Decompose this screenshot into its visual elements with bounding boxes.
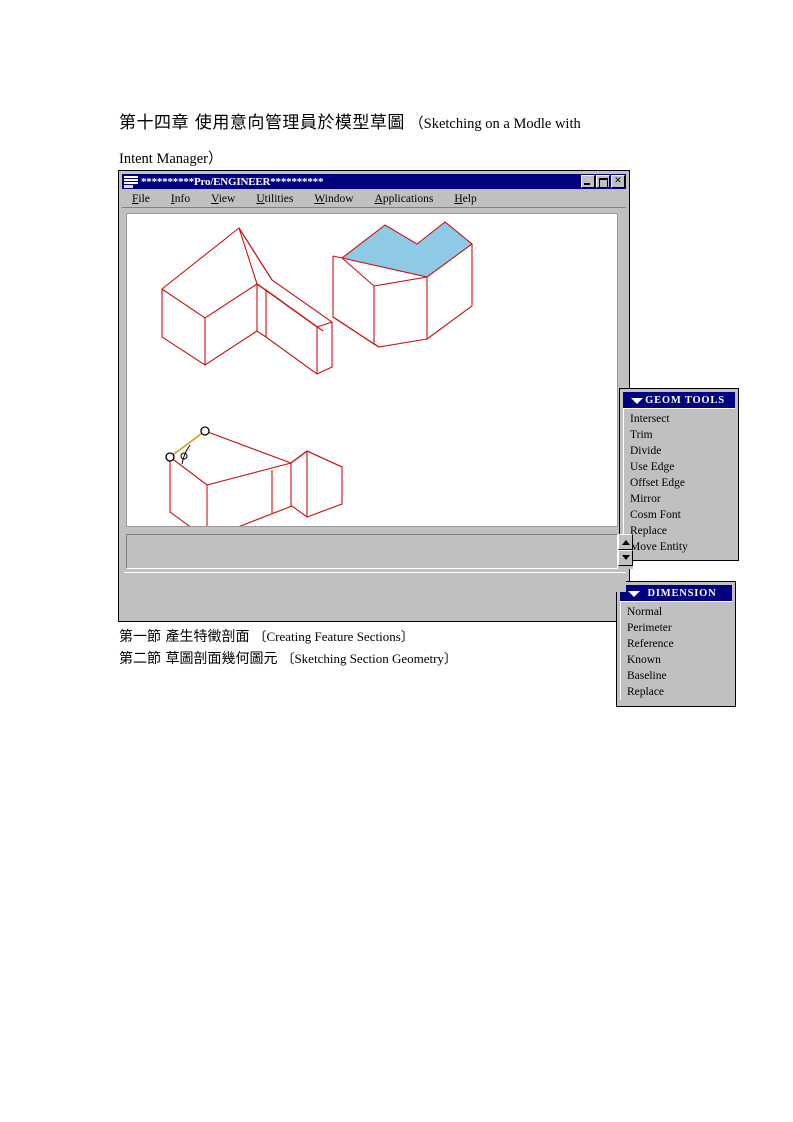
menu-option-replace[interactable]: Replace (627, 684, 732, 700)
menu-option-cosm-font[interactable]: Cosm Font (630, 507, 735, 523)
edge-endpoint-marker (200, 426, 210, 436)
close-button[interactable]: ✕ (611, 175, 625, 188)
heading-line-1: 第十四章 使用意向管理員於模型草圖 （Sketching on a Modle … (119, 106, 679, 141)
scroll-up-button[interactable] (618, 534, 633, 550)
triangle-down-icon[interactable] (631, 398, 643, 404)
message-scrollbar[interactable] (618, 534, 633, 569)
panel-body-geom-tools: Intersect Trim Divide Use Edge Offset Ed… (623, 408, 735, 555)
message-text (127, 535, 617, 539)
menu-option-baseline[interactable]: Baseline (627, 668, 732, 684)
window-title-text: **********Pro/ENGINEER********** (141, 175, 324, 188)
section-line-1: 第一節 產生特徵剖面 〔Creating Feature Sections〕 (119, 626, 679, 648)
menu-item-window[interactable]: Window (314, 193, 353, 205)
minimize-button[interactable] (581, 175, 595, 188)
maximize-button[interactable] (596, 175, 610, 188)
page-title: 第十四章 使用意向管理員於模型草圖 （Sketching on a Modle … (119, 106, 679, 176)
menu-option-replace[interactable]: Replace (630, 523, 735, 539)
window-title-bar: **********Pro/ENGINEER********** ✕ (122, 174, 626, 189)
menu-option-move-entity[interactable]: Move Entity (630, 539, 735, 555)
section-list: 第一節 產生特徵剖面 〔Creating Feature Sections〕 第… (119, 626, 679, 670)
window-controls: ✕ (581, 175, 626, 188)
menu-item-view[interactable]: View (211, 193, 235, 205)
model-wireframe-svg (161, 221, 473, 526)
section-1-chinese: 第一節 產生特徵剖面 (119, 629, 250, 645)
panel-header-dimension[interactable]: DIMENSION (620, 585, 732, 601)
menu-option-normal[interactable]: Normal (627, 604, 732, 620)
heading-english-title-part2: Intent Manager） (119, 151, 223, 167)
menu-option-trim[interactable]: Trim (630, 427, 735, 443)
menu-option-mirror[interactable]: Mirror (630, 491, 735, 507)
scroll-down-button[interactable] (618, 550, 633, 566)
menu-option-offset-edge[interactable]: Offset Edge (630, 475, 735, 491)
block-with-selected-edge (165, 426, 343, 526)
menu-item-file[interactable]: File (132, 193, 150, 205)
status-bar (124, 572, 626, 592)
menu-bar: File Info View Utilities Window Applicat… (122, 191, 626, 208)
triangle-down-icon[interactable] (628, 591, 640, 597)
menu-item-info[interactable]: Info (171, 193, 190, 205)
edge-endpoint-marker (165, 452, 175, 462)
panel-header-geom-tools[interactable]: GEOM TOOLS (623, 392, 735, 408)
section-line-2: 第二節 草圖剖面幾何圖元 〔Sketching Section Geometry… (119, 648, 679, 670)
graphics-canvas[interactable] (126, 213, 618, 527)
menu-item-applications[interactable]: Applications (375, 193, 434, 205)
menu-panel-geom-tools: GEOM TOOLS Intersect Trim Divide Use Edg… (619, 388, 739, 561)
message-area (126, 534, 618, 569)
system-menu-icon[interactable] (123, 175, 139, 188)
section-2-english: 〔Sketching Section Geometry〕 (281, 651, 457, 666)
panel-title-dimension: DIMENSION (647, 587, 717, 599)
selected-edge (169, 430, 206, 458)
section-1-english: 〔Creating Feature Sections〕 (253, 629, 414, 644)
heading-chinese-title: 第十四章 使用意向管理員於模型草圖 (119, 113, 405, 133)
menu-item-utilities[interactable]: Utilities (256, 193, 293, 205)
l-shaped-block-top-left (161, 227, 333, 375)
heading-english-title-part1: （Sketching on a Modle with (409, 116, 581, 132)
menu-item-help[interactable]: Help (454, 193, 476, 205)
panel-title-geom-tools: GEOM TOOLS (645, 394, 725, 406)
menu-option-divide[interactable]: Divide (630, 443, 735, 459)
section-2-chinese: 第二節 草圖剖面幾何圖元 (119, 651, 278, 667)
menu-option-intersect[interactable]: Intersect (630, 411, 735, 427)
box-with-highlighted-top-face (332, 221, 473, 348)
menu-option-use-edge[interactable]: Use Edge (630, 459, 735, 475)
pro-engineer-window: **********Pro/ENGINEER********** ✕ File … (118, 170, 739, 707)
